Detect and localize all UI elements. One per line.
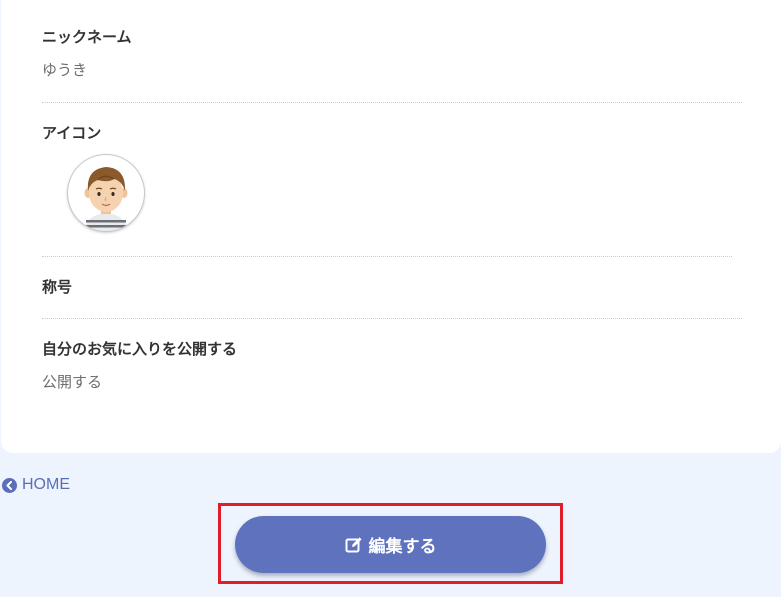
edit-button-label: 編集する [368,537,437,556]
avatar [68,155,144,231]
avatar-illustration [84,167,128,231]
edit-icon [345,536,362,552]
nickname-label: ニックネーム [42,28,132,46]
chevron-circle-left-icon [2,477,17,493]
title-label: 称号 [42,278,73,296]
edit-button[interactable]: 編集する [235,516,546,573]
home-link[interactable]: HOME [2,476,70,494]
divider [42,318,742,319]
nickname-value: ゆうき [42,61,88,79]
home-link-label: HOME [22,476,70,493]
profile-card: ニックネーム ゆうき アイコン 称号 自分のお気に入りを公開する 公開する [1,0,781,453]
icon-label: アイコン [42,124,102,142]
favorites-public-value: 公開する [42,373,103,391]
divider [42,256,732,257]
favorites-public-label: 自分のお気に入りを公開する [42,340,238,358]
divider [42,102,742,103]
